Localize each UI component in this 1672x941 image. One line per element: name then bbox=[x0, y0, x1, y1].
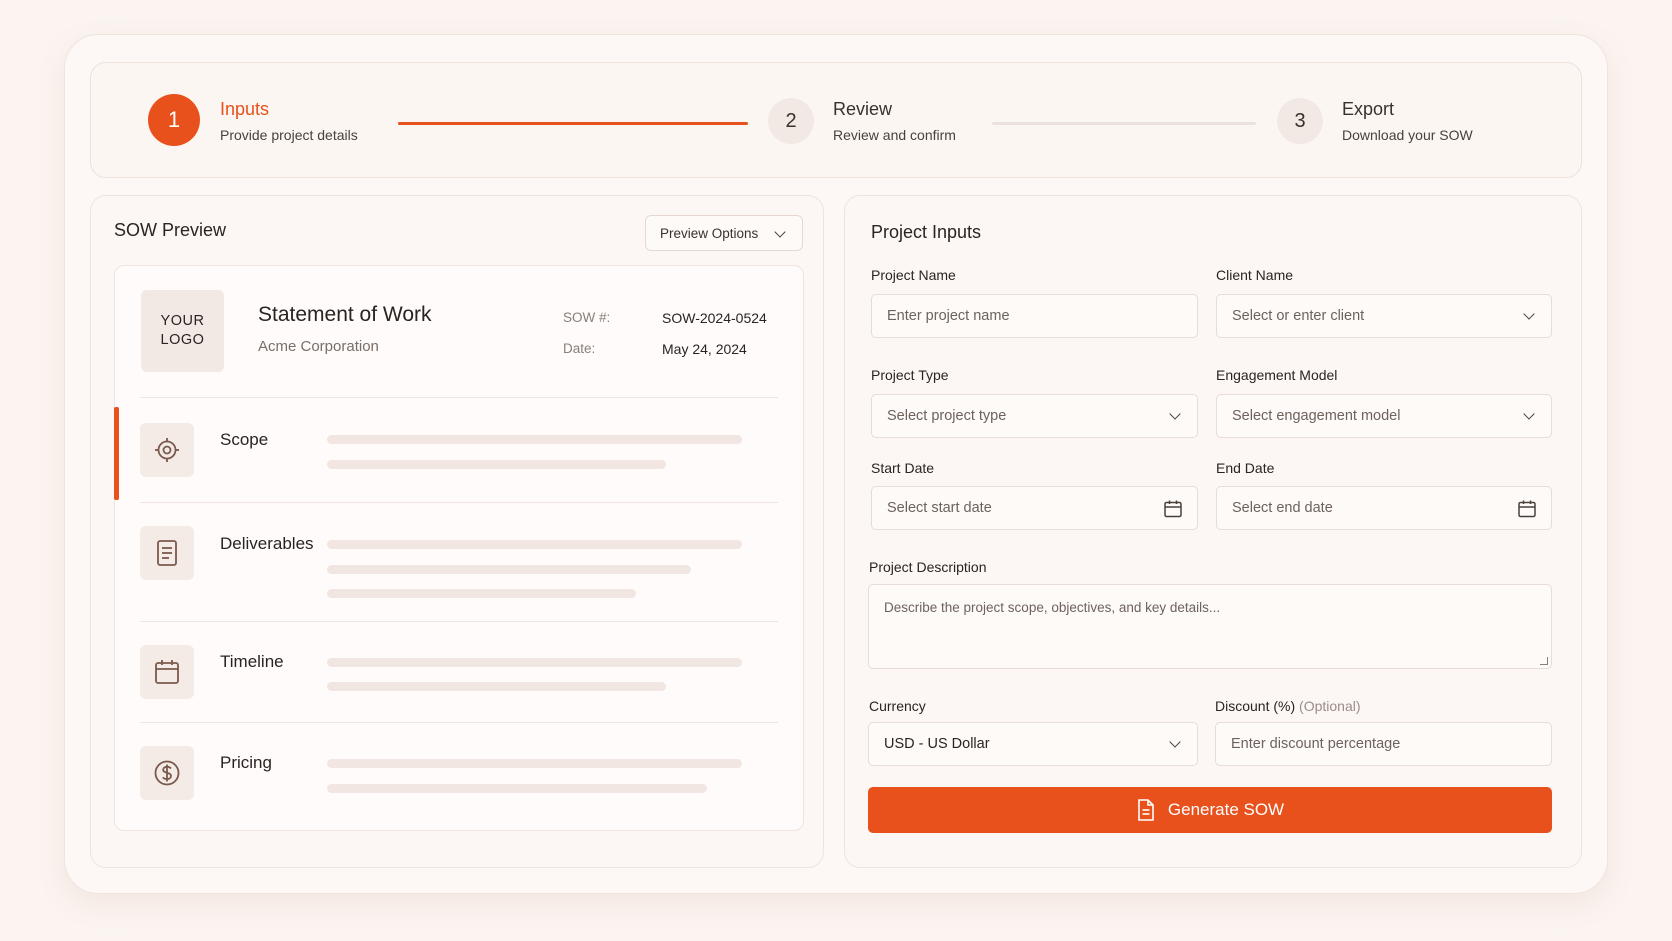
project-type-label: Project Type bbox=[871, 367, 949, 383]
section-deliverables-label[interactable]: Deliverables bbox=[220, 534, 314, 554]
project-inputs-title: Project Inputs bbox=[871, 222, 982, 242]
step-2-number[interactable]: 2 bbox=[768, 98, 814, 144]
end-date-placeholder: Select end date bbox=[1232, 500, 1333, 516]
logo-text-line2: LOGO bbox=[160, 332, 205, 348]
step-3-title[interactable]: Export bbox=[1342, 99, 1394, 120]
logo-placeholder[interactable]: YOUR LOGO bbox=[141, 290, 224, 372]
project-description-placeholder: Describe the project scope, objectives, … bbox=[884, 600, 1221, 615]
engagement-model-placeholder: Select engagement model bbox=[1232, 408, 1401, 424]
date-label: Date: bbox=[563, 341, 596, 356]
chevron-down-icon bbox=[1169, 736, 1181, 748]
generate-sow-button[interactable]: Generate SOW bbox=[868, 787, 1552, 833]
section-timeline-label[interactable]: Timeline bbox=[220, 652, 284, 672]
skeleton-line bbox=[327, 658, 742, 667]
step-3-subtitle: Download your SOW bbox=[1342, 127, 1473, 143]
project-name-input[interactable]: Enter project name bbox=[871, 294, 1198, 338]
document-icon bbox=[140, 526, 194, 580]
step-connector-2 bbox=[992, 122, 1256, 125]
logo-text-line1: YOUR bbox=[160, 313, 205, 329]
project-name-label: Project Name bbox=[871, 267, 956, 283]
start-date-placeholder: Select start date bbox=[887, 500, 992, 516]
sow-number-value: SOW-2024-0524 bbox=[662, 310, 767, 326]
document-icon bbox=[1138, 799, 1154, 821]
start-date-input[interactable]: Select start date bbox=[871, 486, 1198, 530]
skeleton-line bbox=[327, 460, 666, 469]
skeleton-line bbox=[327, 784, 707, 793]
sow-number-label: SOW #: bbox=[563, 310, 611, 325]
discount-optional-text: (Optional) bbox=[1299, 698, 1361, 714]
resize-handle-icon[interactable] bbox=[1540, 657, 1548, 665]
engagement-model-label: Engagement Model bbox=[1216, 367, 1338, 383]
divider bbox=[140, 621, 778, 622]
calendar-icon bbox=[140, 645, 194, 699]
discount-placeholder: Enter discount percentage bbox=[1231, 736, 1401, 752]
step-1-number[interactable]: 1 bbox=[148, 94, 200, 146]
discount-input[interactable]: Enter discount percentage bbox=[1215, 722, 1552, 766]
skeleton-line bbox=[327, 435, 742, 444]
chevron-down-icon bbox=[1523, 408, 1535, 420]
section-pricing-label[interactable]: Pricing bbox=[220, 753, 272, 773]
section-scope-label[interactable]: Scope bbox=[220, 430, 268, 450]
skeleton-line bbox=[327, 759, 742, 768]
client-name-select[interactable]: Select or enter client bbox=[1216, 294, 1552, 338]
end-date-input[interactable]: Select end date bbox=[1216, 486, 1552, 530]
skeleton-line bbox=[327, 540, 742, 549]
skeleton-line bbox=[327, 565, 691, 574]
divider bbox=[140, 722, 778, 723]
chevron-down-icon bbox=[1523, 308, 1535, 320]
project-description-label: Project Description bbox=[869, 559, 987, 575]
currency-select[interactable]: USD - US Dollar bbox=[868, 722, 1198, 766]
client-name-label: Client Name bbox=[1216, 267, 1294, 283]
document-client: Acme Corporation bbox=[258, 338, 379, 355]
generate-sow-label: Generate SOW bbox=[1167, 800, 1285, 819]
progress-stepper bbox=[90, 62, 1582, 178]
calendar-icon[interactable] bbox=[1163, 499, 1183, 519]
step-connector-1 bbox=[398, 122, 748, 125]
divider bbox=[140, 502, 778, 503]
client-name-placeholder: Select or enter client bbox=[1232, 308, 1365, 324]
target-icon bbox=[140, 423, 194, 477]
currency-value: USD - US Dollar bbox=[884, 736, 990, 752]
project-type-placeholder: Select project type bbox=[887, 408, 1007, 424]
preview-options-button[interactable]: Preview Options bbox=[645, 215, 803, 251]
preview-options-label: Preview Options bbox=[660, 225, 759, 241]
step-2-title[interactable]: Review bbox=[833, 99, 892, 120]
end-date-label: End Date bbox=[1216, 460, 1275, 476]
chevron-down-icon bbox=[1169, 408, 1181, 420]
discount-label-text: Discount (%) bbox=[1215, 698, 1296, 714]
chevron-down-icon bbox=[774, 226, 786, 238]
discount-label: Discount (%) (Optional) bbox=[1215, 698, 1361, 714]
engagement-model-select[interactable]: Select engagement model bbox=[1216, 394, 1552, 438]
step-1-subtitle: Provide project details bbox=[220, 127, 358, 143]
step-1-title[interactable]: Inputs bbox=[220, 99, 269, 120]
dollar-icon bbox=[140, 746, 194, 800]
active-section-indicator bbox=[114, 407, 119, 500]
calendar-icon[interactable] bbox=[1517, 499, 1537, 519]
sow-preview-title: SOW Preview bbox=[114, 220, 227, 240]
step-2-subtitle: Review and confirm bbox=[833, 127, 956, 143]
start-date-label: Start Date bbox=[871, 460, 935, 476]
document-title: Statement of Work bbox=[258, 303, 432, 326]
step-3-number[interactable]: 3 bbox=[1277, 98, 1323, 144]
project-type-select[interactable]: Select project type bbox=[871, 394, 1198, 438]
project-description-textarea[interactable]: Describe the project scope, objectives, … bbox=[868, 584, 1552, 669]
currency-label: Currency bbox=[869, 698, 926, 714]
project-name-placeholder: Enter project name bbox=[887, 308, 1010, 324]
skeleton-line bbox=[327, 682, 666, 691]
date-value: May 24, 2024 bbox=[662, 341, 747, 357]
skeleton-line bbox=[327, 589, 636, 598]
divider bbox=[140, 397, 778, 398]
